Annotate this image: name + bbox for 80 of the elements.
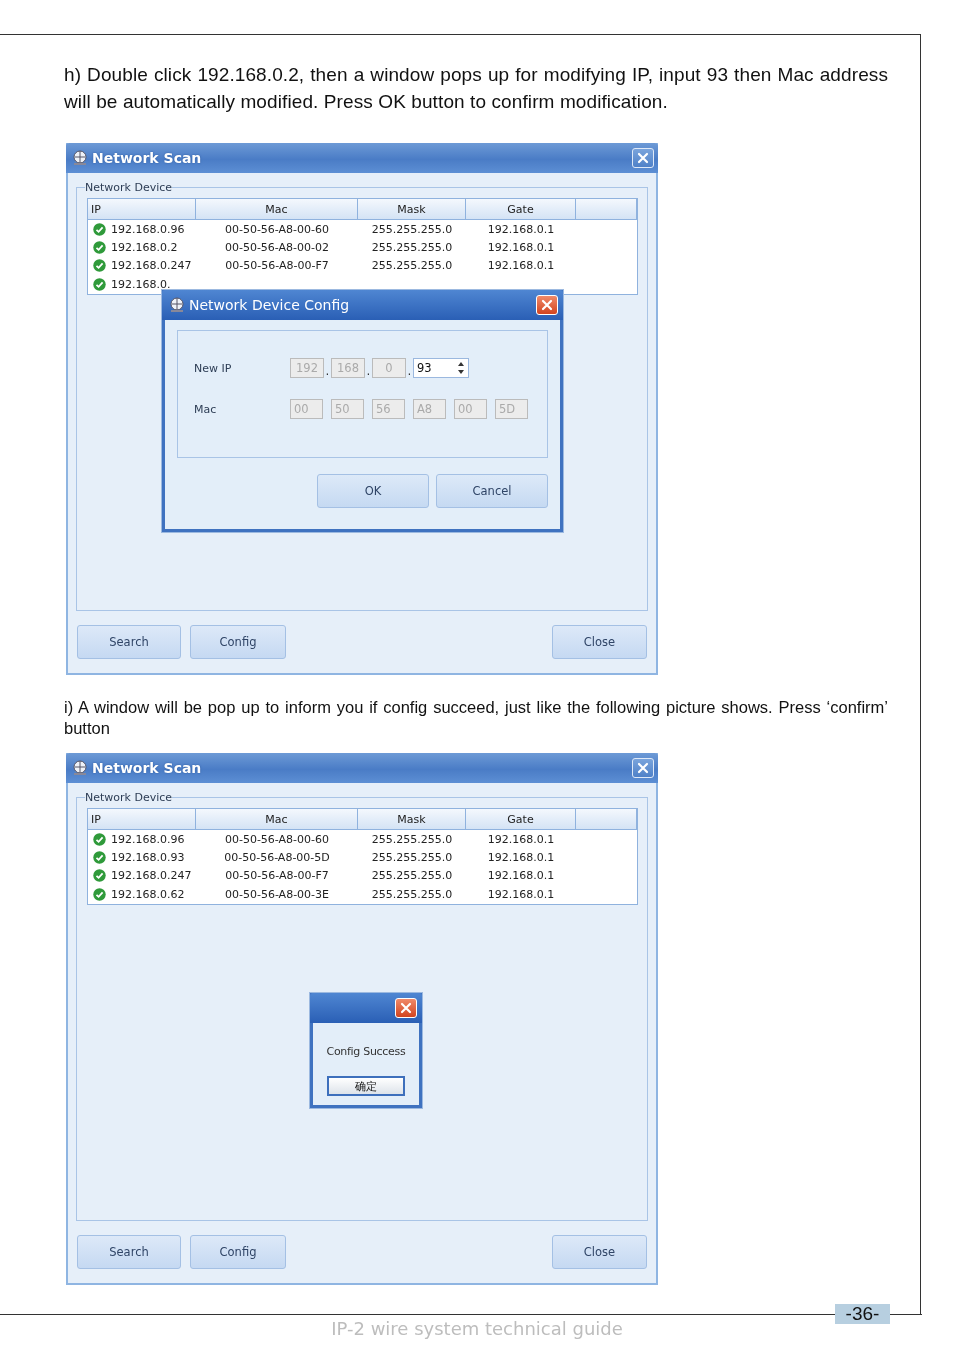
table-cell: 192.168.0.247 bbox=[111, 259, 192, 273]
table-cell-text: 00-50-56-A8-00-F7 bbox=[224, 259, 330, 273]
close-icon bbox=[400, 1002, 412, 1014]
close-icon bbox=[637, 762, 649, 774]
ip-octet-field[interactable]: 93 bbox=[413, 358, 469, 378]
close-icon bbox=[541, 299, 553, 311]
table-cell-text: 192.168.0.1 bbox=[486, 241, 556, 255]
table-cell: 192.168.0.62 bbox=[111, 887, 185, 901]
table-cell-text: 192.168.0.1 bbox=[486, 851, 556, 865]
table-cell-text: 255.255.255.0 bbox=[370, 851, 454, 865]
check-icon bbox=[93, 851, 106, 865]
table-cell: 192.168.0. bbox=[111, 277, 171, 291]
column-header[interactable]: Mac bbox=[196, 809, 358, 830]
table-cell: 192.168.0.247 bbox=[111, 869, 192, 883]
cancel-button[interactable]: Cancel bbox=[436, 474, 548, 508]
table-cell-text: 255.255.255.0 bbox=[370, 259, 454, 273]
check-icon bbox=[93, 222, 106, 236]
config-button[interactable]: Config bbox=[190, 625, 286, 659]
spinner-icon[interactable] bbox=[457, 361, 465, 375]
field-label: Mac bbox=[194, 402, 218, 416]
close-button[interactable] bbox=[632, 758, 654, 778]
column-header[interactable]: IP bbox=[88, 199, 196, 220]
close-button[interactable]: Close bbox=[552, 1235, 647, 1269]
check-icon bbox=[93, 869, 106, 883]
check-icon bbox=[93, 259, 106, 273]
table-cell-text: 192.168.0.1 bbox=[486, 887, 556, 901]
column-header[interactable]: Mac bbox=[196, 199, 358, 220]
window-title: Network Scan bbox=[92, 150, 203, 166]
table-cell-text: 00-50-56-A8-00-5D bbox=[223, 851, 331, 865]
dialog-title: Network Device Config bbox=[189, 297, 351, 313]
table-cell: 192.168.0.96 bbox=[111, 222, 185, 236]
globe-icon bbox=[72, 760, 88, 776]
footer-title: IP-2 wire system technical guide bbox=[331, 1318, 623, 1339]
check-icon bbox=[93, 832, 106, 846]
table-cell-text: 255.255.255.0 bbox=[370, 832, 454, 846]
close-icon bbox=[637, 152, 649, 164]
globe-icon bbox=[72, 150, 88, 166]
instruction-text: i) A window will be pop up to inform you if config succeed, just like the following picture shows. Press ‘confirm’ button bbox=[64, 697, 888, 739]
column-header[interactable]: Mask bbox=[358, 199, 466, 220]
window-title: Network Scan bbox=[92, 760, 203, 776]
check-icon bbox=[93, 277, 106, 291]
close-button[interactable]: Close bbox=[552, 625, 647, 659]
table-cell-text: 00-50-56-A8-00-02 bbox=[223, 241, 331, 255]
column-header[interactable]: Mask bbox=[358, 809, 466, 830]
search-button[interactable]: Search bbox=[77, 1235, 181, 1269]
table-cell-text: 00-50-56-A8-00-F7 bbox=[224, 869, 330, 883]
table-cell-text: 255.255.255.0 bbox=[370, 222, 454, 236]
search-button[interactable]: Search bbox=[77, 625, 181, 659]
field-label: New IP bbox=[194, 361, 233, 375]
confirm-button[interactable]: 确定 bbox=[327, 1076, 405, 1096]
check-icon bbox=[93, 241, 106, 255]
table-cell-text: 00-50-56-A8-00-60 bbox=[223, 832, 331, 846]
table-cell-text: 192.168.0.1 bbox=[486, 222, 556, 236]
dot-separator: . bbox=[406, 364, 413, 378]
dot-separator: . bbox=[365, 364, 372, 378]
globe-icon bbox=[169, 297, 185, 313]
table-cell: 192.168.0.96 bbox=[111, 832, 185, 846]
table-cell-text: 00-50-56-A8-00-3E bbox=[223, 887, 331, 901]
column-header[interactable]: Gate bbox=[466, 199, 576, 220]
message-text: Config Success bbox=[325, 1045, 407, 1058]
table-cell-text: 00-50-56-A8-00-60 bbox=[223, 222, 331, 236]
column-header[interactable]: IP bbox=[88, 809, 196, 830]
check-icon bbox=[93, 887, 106, 901]
close-button[interactable] bbox=[632, 148, 654, 168]
config-button[interactable]: Config bbox=[190, 1235, 286, 1269]
table-cell-text: 192.168.0.1 bbox=[486, 832, 556, 846]
table-cell-text: 255.255.255.0 bbox=[370, 241, 454, 255]
table-cell-text: 192.168.0.1 bbox=[486, 869, 556, 883]
group-label: Network Device bbox=[85, 181, 173, 194]
table-cell: 192.168.0.93 bbox=[111, 851, 185, 865]
instruction-text: h) Double click 192.168.0.2, then a window pops up for modifying IP, input 93 then Mac address will be automatically modified. Press OK button to confirm modification. bbox=[64, 63, 888, 114]
table-cell-text: 192.168.0.1 bbox=[486, 259, 556, 273]
table-cell-text: 255.255.255.0 bbox=[370, 887, 454, 901]
page-number: -36- bbox=[835, 1304, 890, 1324]
table-cell-text: 255.255.255.0 bbox=[370, 869, 454, 883]
table-cell: 192.168.0.2 bbox=[111, 241, 178, 255]
group-label: Network Device bbox=[85, 791, 173, 804]
dot-separator: . bbox=[324, 364, 331, 378]
ok-button[interactable]: OK bbox=[317, 474, 429, 508]
column-header[interactable]: Gate bbox=[466, 809, 576, 830]
